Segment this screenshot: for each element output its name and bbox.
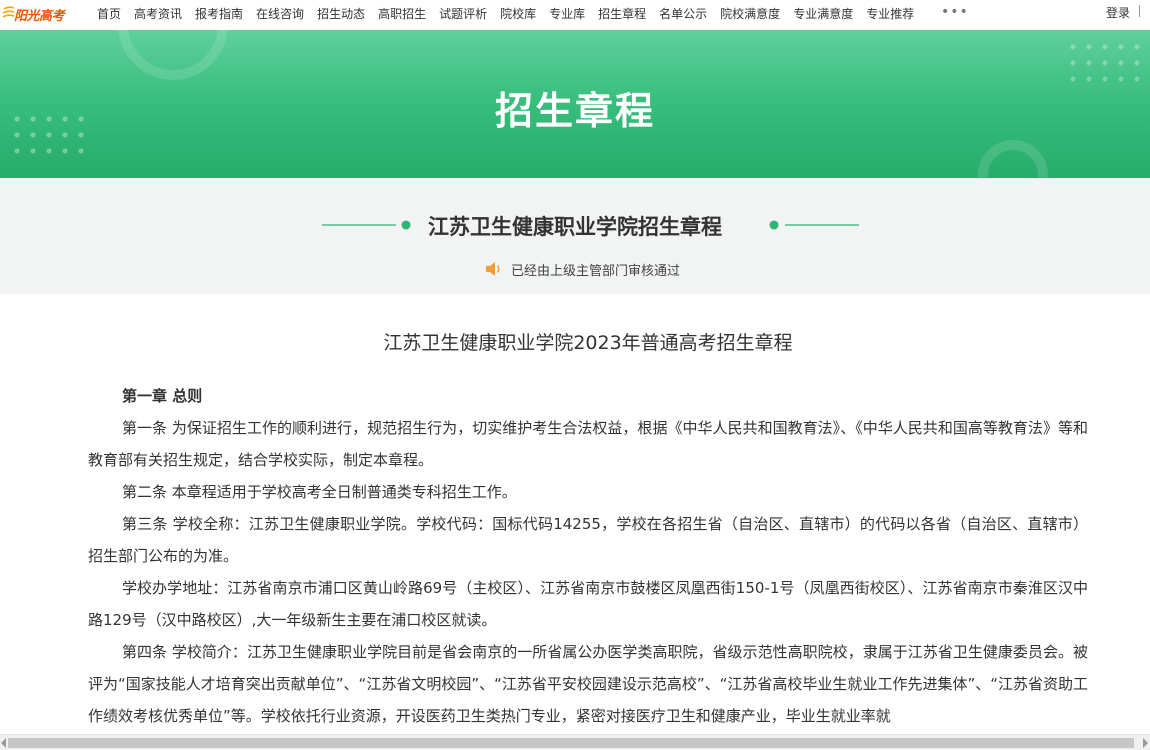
nav-item-vocational[interactable]: 高职招生 [378, 4, 426, 24]
horizontal-scrollbar[interactable] [0, 734, 1150, 750]
audit-text: 已经由上级主管部门审核通过 [511, 263, 681, 279]
page-title: 招生章程 [494, 89, 655, 133]
nav-item-major-satisfaction[interactable]: 专业满意度 [793, 4, 853, 24]
nav-item-colleges[interactable]: 院校库 [500, 4, 536, 24]
login-link[interactable]: 登录 [1106, 4, 1130, 21]
nav-item-charter[interactable]: 招生章程 [598, 4, 646, 24]
scrollbar-thumb[interactable] [8, 738, 1134, 748]
school-header: 江苏卫生健康职业学院招生章程 已经由上级主管部门审核通过 [0, 178, 1150, 294]
paragraph: 第二条 本章程适用于学校高考全日制普通类专科招生工作。 [122, 483, 517, 501]
document-title: 江苏卫生健康职业学院2023年普通高考招生章程 [383, 332, 793, 354]
decorative-ring [118, 30, 228, 80]
paragraph: 学校办学地址：江苏省南京市浦口区黄山岭路69号（主校区）、江苏省南京市鼓楼区凤凰… [88, 579, 1088, 629]
paragraph: 第一条 为保证招生工作的顺利进行，规范招生行为，切实维护考生合法权益，根据《中华… [88, 419, 1088, 469]
title-decoration-right [769, 220, 859, 230]
nav-item-guide[interactable]: 报考指南 [195, 4, 243, 24]
audit-status: 已经由上级主管部门审核通过 [485, 259, 680, 279]
nav-item-lists[interactable]: 名单公示 [659, 4, 707, 24]
site-logo[interactable]: 阳光高考 [2, 3, 70, 25]
paragraph: 第三条 学校全称：江苏卫生健康职业学院。学校代码：国标代码14255，学校在各招… [88, 515, 1088, 565]
nav-item-majors[interactable]: 专业库 [549, 4, 585, 24]
nav-item-college-satisfaction[interactable]: 院校满意度 [720, 4, 780, 24]
nav-item-consult[interactable]: 在线咨询 [256, 4, 304, 24]
top-navigation: 阳光高考 首页 高考资讯 报考指南 在线咨询 招生动态 高职招生 试题评析 院校… [0, 0, 1150, 28]
divider [1139, 5, 1140, 17]
nav-item-exam-review[interactable]: 试题评析 [439, 4, 487, 24]
nav-item-home[interactable]: 首页 [97, 4, 121, 24]
nav-item-major-recommend[interactable]: 专业推荐 [866, 4, 914, 24]
scroll-right-icon[interactable] [1143, 738, 1148, 748]
more-icon[interactable]: ••• [941, 4, 969, 20]
speaker-icon [486, 262, 500, 276]
chapter-heading: 第一章 总则 [122, 387, 203, 405]
logo-text: 阳光高考 [14, 9, 65, 24]
decorative-ring [978, 140, 1048, 178]
page-banner: 招生章程 [0, 30, 1150, 178]
nav-item-admission-news[interactable]: 招生动态 [317, 4, 365, 24]
nav-menu: 首页 高考资讯 报考指南 在线咨询 招生动态 高职招生 试题评析 院校库 专业库… [97, 0, 927, 28]
nav-item-news[interactable]: 高考资讯 [134, 4, 182, 24]
school-title: 江苏卫生健康职业学院招生章程 [428, 215, 722, 239]
scroll-left-icon[interactable] [1, 738, 6, 748]
paragraph: 第四条 学校简介：江苏卫生健康职业学院目前是省会南京的一所省属公办医学类高职院，… [88, 643, 1088, 725]
